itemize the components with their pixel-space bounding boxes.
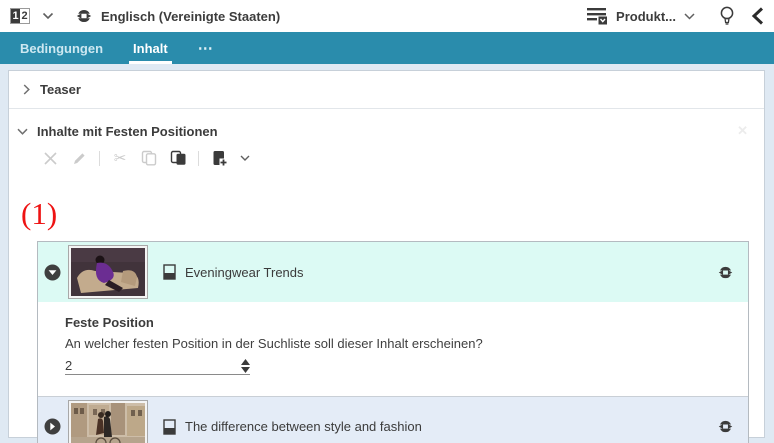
- edit-pencil-icon[interactable]: [70, 149, 88, 167]
- number-spinner[interactable]: [241, 359, 250, 373]
- teaser-section-label: Teaser: [40, 82, 81, 97]
- content-type-chevron-icon: [684, 12, 695, 20]
- document-tab-bar: Bedingungen Inhalt ⋯: [0, 32, 774, 64]
- list-item-style-and-fashion[interactable]: The difference between style and fashion: [38, 396, 748, 443]
- lightbulb-icon[interactable]: [719, 5, 735, 27]
- position-number-field: [65, 358, 250, 375]
- section-header-fixed-positions[interactable]: Inhalte mit Festen Positionen ✕: [9, 117, 764, 145]
- copy-icon[interactable]: [140, 149, 158, 167]
- item-locale-icon[interactable]: [718, 419, 733, 434]
- cut-scissors-icon[interactable]: ✂: [111, 149, 129, 167]
- fixed-positions-list: Eveningwear Trends Feste Position An wel…: [37, 241, 749, 443]
- position-number-input[interactable]: [65, 358, 225, 373]
- remove-icon[interactable]: [41, 149, 59, 167]
- document-form-panel: Teaser Inhalte mit Festen Positionen ✕ ✂: [8, 70, 765, 443]
- locale-globe-icon: [76, 8, 92, 24]
- tab-overflow-dots[interactable]: ⋯: [196, 32, 217, 64]
- thumbnail-eveningwear[interactable]: [68, 245, 148, 299]
- chevron-right-icon: [23, 84, 30, 95]
- versions-badge[interactable]: 1 2: [10, 8, 30, 24]
- fixed-positions-section-label: Inhalte mit Festen Positionen: [37, 123, 218, 139]
- fixed-position-editor: Feste Position An welcher festen Positio…: [38, 302, 748, 396]
- list-item-eveningwear-trends[interactable]: Eveningwear Trends: [38, 242, 748, 302]
- item-title: The difference between style and fashion: [185, 419, 422, 434]
- tab-bedingungen[interactable]: Bedingungen: [18, 32, 105, 64]
- version-number-current: 1: [11, 9, 20, 23]
- section-header-teaser[interactable]: Teaser: [9, 71, 764, 109]
- versions-dropdown-chevron-icon[interactable]: [42, 12, 54, 20]
- language-selector[interactable]: Englisch (Vereinigte Staaten): [76, 8, 280, 24]
- content-type-selector[interactable]: Produkt...: [587, 7, 695, 25]
- fixed-position-label: Feste Position: [65, 315, 154, 330]
- spinner-up-icon: [241, 359, 250, 365]
- fixed-position-question: An welcher festen Position in der Suchli…: [65, 336, 483, 351]
- expand-circle-icon[interactable]: [44, 418, 61, 435]
- paste-icon[interactable]: [169, 149, 187, 167]
- version-number-next: 2: [20, 9, 29, 23]
- toolbar-separator: [198, 150, 199, 166]
- list-toolbar: ✂: [9, 145, 764, 171]
- document-type-icon: [163, 264, 176, 280]
- thumbnail-street-couple[interactable]: [68, 399, 148, 443]
- chevron-down-icon: [17, 128, 28, 135]
- back-arrow-icon[interactable]: [751, 7, 764, 25]
- item-title: Eveningwear Trends: [185, 264, 304, 280]
- top-toolbar: 1 2 Englisch (Vereinigte Staaten) Produk…: [0, 0, 774, 32]
- toolbar-separator: [99, 150, 100, 166]
- add-content-icon[interactable]: [210, 149, 228, 167]
- item-locale-icon[interactable]: [718, 265, 733, 280]
- document-type-icon: [163, 418, 176, 435]
- spinner-down-icon: [241, 367, 250, 373]
- section-close-icon[interactable]: ✕: [737, 123, 748, 139]
- collapse-circle-icon[interactable]: [44, 264, 61, 281]
- language-label: Englisch (Vereinigte Staaten): [101, 8, 281, 24]
- tab-inhalt[interactable]: Inhalt: [129, 32, 172, 64]
- content-type-label: Produkt...: [616, 8, 676, 24]
- add-content-chevron-icon[interactable]: [239, 149, 251, 167]
- list-view-icon: [587, 7, 608, 25]
